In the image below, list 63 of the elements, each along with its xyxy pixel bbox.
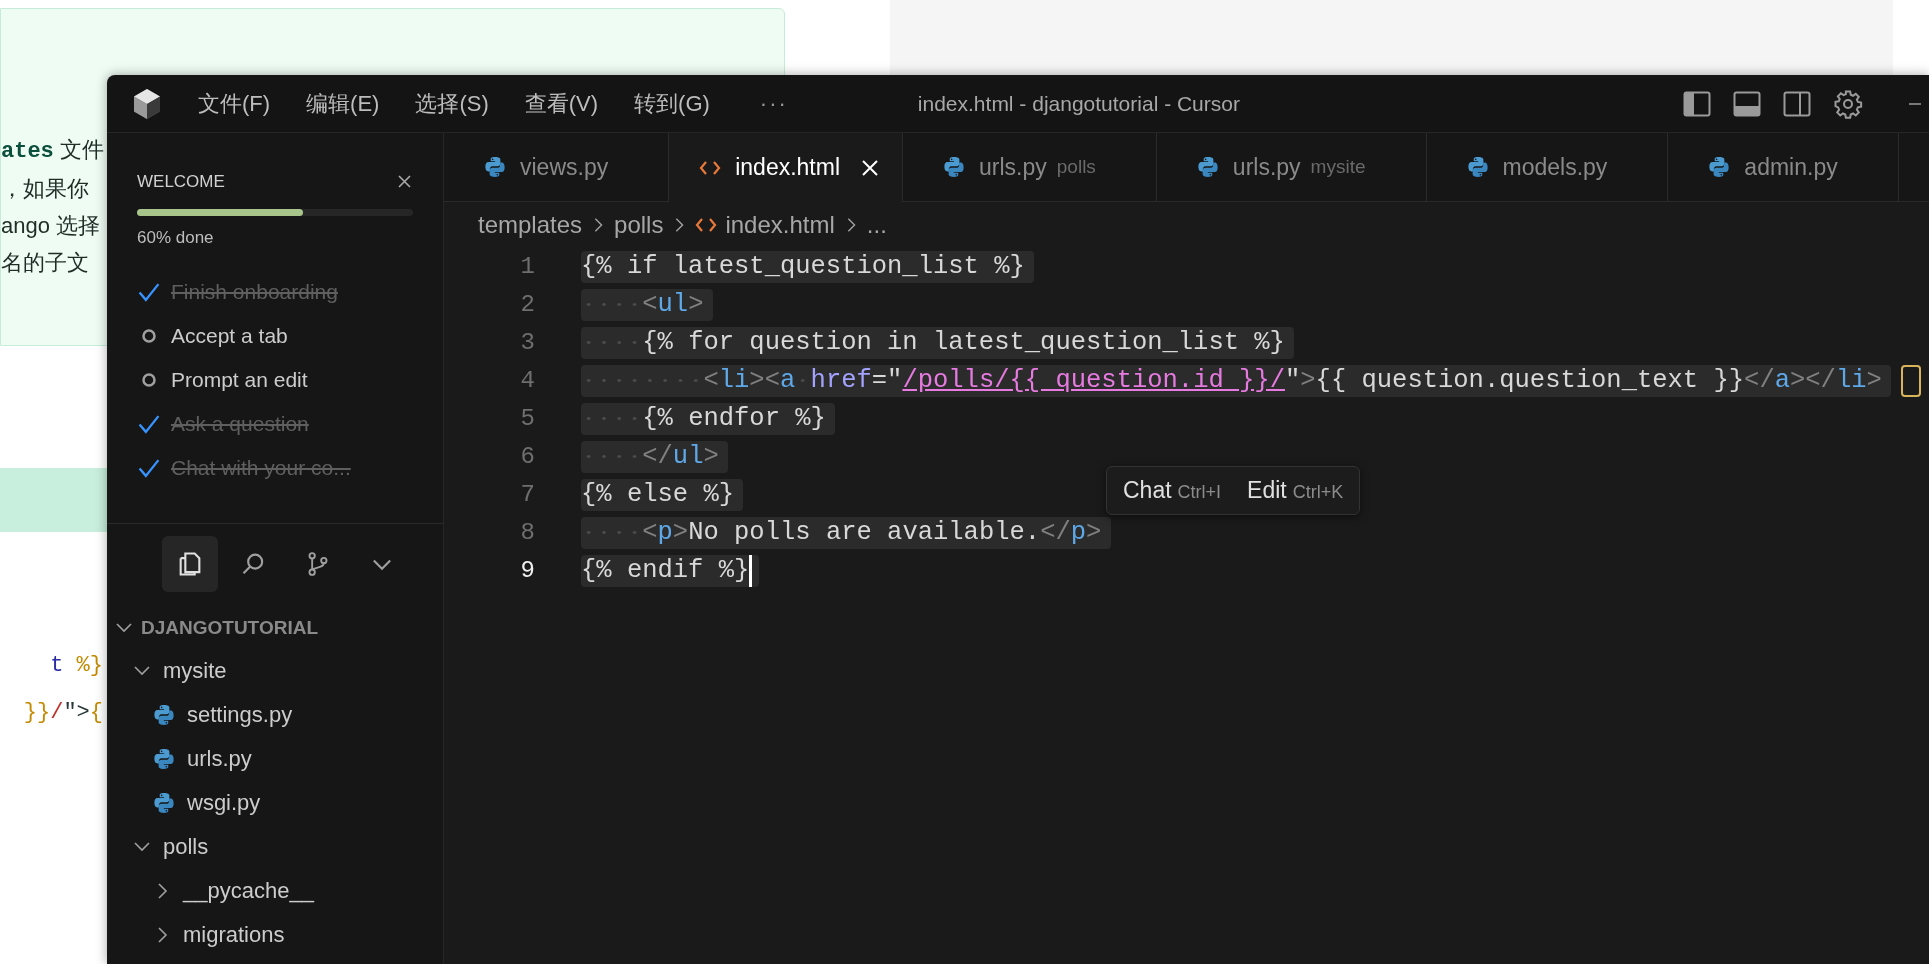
line-number: 3: [519, 328, 535, 358]
text-cursor: [749, 555, 753, 587]
welcome-title: WELCOME: [137, 171, 225, 193]
progress-label: 60% done: [137, 226, 215, 249]
window-title: index.html - djangotutorial - Cursor: [917, 90, 1240, 117]
editor-tab[interactable]: urls.py polls: [903, 133, 1157, 202]
python-file-icon: [1466, 156, 1489, 178]
folder-item[interactable]: mysite: [163, 654, 227, 687]
note-text: 名的子文: [1, 249, 90, 277]
menu-item[interactable]: 编辑(E): [300, 87, 386, 120]
python-file-icon: [153, 747, 175, 770]
line-number: 6: [519, 442, 535, 472]
python-file-icon: [153, 703, 175, 726]
editor-tab[interactable]: index.html: [669, 133, 904, 202]
code-brackets-icon: [695, 216, 718, 234]
python-file-icon: [1708, 156, 1731, 178]
breadcrumb-item[interactable]: index.html: [725, 207, 835, 243]
menu-item[interactable]: 选择(S): [409, 87, 495, 120]
line-number: 5: [519, 404, 535, 434]
breadcrumb-item[interactable]: templates: [478, 207, 583, 243]
popup-action[interactable]: Chat Ctrl+I: [1123, 473, 1222, 508]
note-text: ，如果你: [1, 175, 90, 203]
task-item[interactable]: Accept a tab: [171, 319, 288, 352]
settings-icon[interactable]: [1833, 88, 1863, 119]
menu-item[interactable]: 转到(G): [628, 87, 716, 120]
line-number: 8: [519, 518, 535, 548]
editor-tab[interactable]: admin.py: [1668, 133, 1899, 202]
python-file-icon: [484, 156, 506, 178]
menu-item[interactable]: 查看(V): [518, 87, 605, 120]
explorer-title: DJANGOTUTORIAL: [141, 616, 318, 640]
line-number: 1: [519, 252, 535, 282]
breadcrumb-item[interactable]: ...: [866, 207, 887, 243]
python-file-icon: [153, 791, 175, 814]
editor-tab[interactable]: urls.py mysite: [1156, 133, 1427, 202]
menu-item[interactable]: 文件(F): [192, 87, 277, 120]
folder-item[interactable]: polls: [163, 830, 209, 863]
task-item[interactable]: Prompt an edit: [171, 363, 308, 396]
file-item[interactable]: settings.py: [187, 698, 293, 731]
folder-item[interactable]: __pycache__: [183, 874, 314, 907]
activity-button[interactable]: [162, 536, 218, 592]
folder-item[interactable]: migrations: [183, 918, 285, 951]
split-layout-icon[interactable]: [1783, 90, 1811, 117]
popup-action[interactable]: Edit Ctrl+K: [1247, 473, 1344, 508]
code-line: }}/">{: [23, 699, 103, 727]
line-number: 9: [519, 556, 535, 586]
minimize-icon[interactable]: [1909, 101, 1921, 106]
file-item[interactable]: urls.py: [187, 742, 252, 775]
breadcrumb-item[interactable]: polls: [614, 207, 664, 243]
panel-toggle-icon[interactable]: [1733, 90, 1761, 117]
line-number: 2: [519, 290, 535, 320]
more-menu[interactable]: ···: [759, 87, 788, 120]
python-file-icon: [943, 156, 966, 178]
code-line: t %}: [50, 652, 103, 680]
file-item[interactable]: wsgi.py: [187, 786, 261, 819]
cube-logo-icon: [132, 87, 162, 120]
note-text: ates 文件: [1, 136, 105, 166]
sidebar-toggle-icon[interactable]: [1683, 90, 1711, 117]
note-text: ango 选择: [1, 212, 102, 240]
line-number: 4: [519, 366, 535, 396]
close-icon[interactable]: [398, 175, 411, 189]
line-number: 7: [519, 480, 535, 510]
python-file-icon: [1196, 156, 1219, 178]
editor-tab[interactable]: models.py: [1426, 133, 1669, 202]
